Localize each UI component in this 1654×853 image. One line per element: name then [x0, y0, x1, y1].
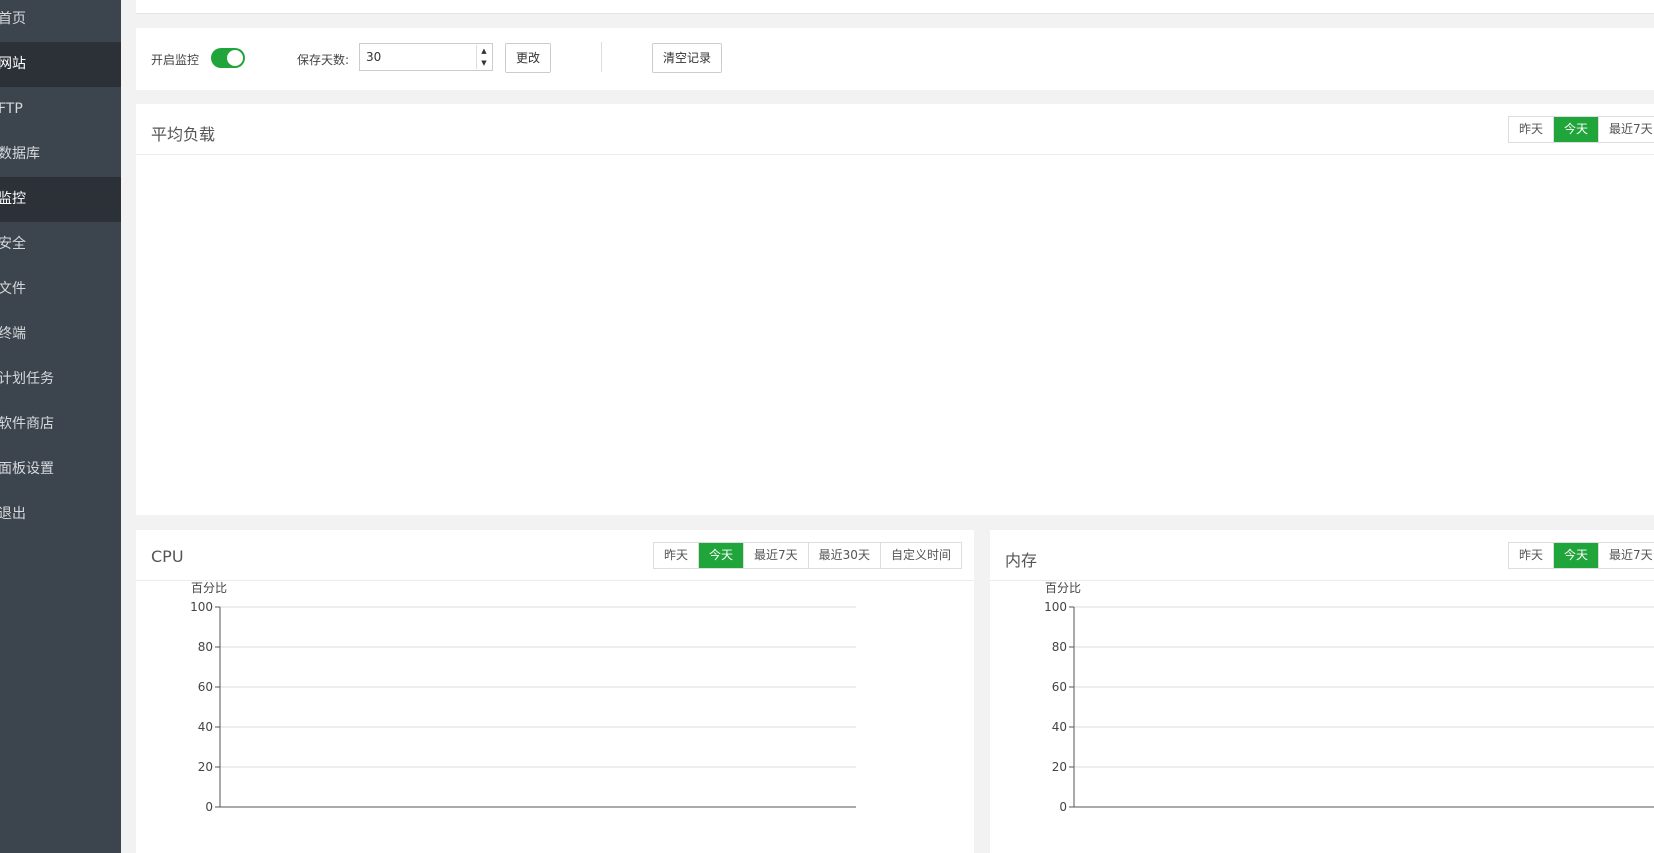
memory-title: 内存: [1005, 551, 1038, 570]
range-today[interactable]: 今天: [1554, 543, 1600, 568]
retention-days-value: 30: [366, 50, 382, 64]
sidebar-item-monitor[interactable]: 监控: [0, 177, 121, 222]
range-today[interactable]: 今天: [699, 543, 745, 568]
range-today[interactable]: 今天: [1554, 117, 1600, 142]
y-tick-label: 80: [1052, 640, 1067, 654]
y-tick-label: 60: [198, 680, 213, 694]
sidebar-item-website[interactable]: 网站: [0, 42, 121, 87]
sidebar-item-settings[interactable]: 面板设置: [0, 447, 121, 492]
monitor-toggle[interactable]: [211, 48, 245, 68]
y-tick-label: 60: [1052, 680, 1067, 694]
divider: [601, 42, 602, 72]
sidebar-item-security[interactable]: 安全: [0, 222, 121, 267]
sidebar-item-terminal[interactable]: 终端: [0, 312, 121, 357]
y-tick-label: 20: [198, 760, 213, 774]
y-tick-label: 0: [1059, 800, 1067, 814]
range-yesterday[interactable]: 昨天: [1509, 543, 1555, 568]
card-divider: [136, 154, 1654, 155]
range-7days[interactable]: 最近7天: [1599, 117, 1654, 142]
y-tick-label: 40: [198, 720, 213, 734]
range-custom[interactable]: 自定义时间: [881, 543, 961, 568]
toggle-knob: [227, 50, 243, 66]
range-yesterday[interactable]: 昨天: [654, 543, 700, 568]
load-card: 平均负载 昨天 今天 最近7天: [136, 104, 1654, 515]
retention-days-input[interactable]: 30 ▲ ▼: [359, 43, 493, 71]
sidebar-item-home[interactable]: 首页: [0, 0, 121, 42]
sidebar-item-store[interactable]: 软件商店: [0, 402, 121, 447]
memory-card: 内存 昨天 今天 最近7天 百分比 0 20 40 60 80 100: [990, 530, 1654, 853]
sidebar: 首页 网站 FTP 数据库 监控 安全 文件 终端 计划任务 软件商店 面板设置…: [0, 0, 121, 853]
clear-records-button[interactable]: 清空记录: [652, 43, 722, 73]
spinner[interactable]: ▲ ▼: [476, 45, 491, 69]
range-30days[interactable]: 最近30天: [809, 543, 881, 568]
sidebar-item-ftp[interactable]: FTP: [0, 87, 121, 132]
load-range-selector: 昨天 今天 最近7天: [1508, 116, 1654, 143]
y-tick-label: 100: [190, 600, 213, 614]
y-tick-label: 0: [205, 800, 213, 814]
load-title: 平均负载: [151, 125, 216, 144]
sidebar-item-cron[interactable]: 计划任务: [0, 357, 121, 402]
cpu-title: CPU: [151, 547, 184, 566]
y-axis-label: 百分比: [191, 581, 227, 595]
cpu-card: CPU 昨天 今天 最近7天 最近30天 自定义时间 百分比 0 20 40 60 80 1…: [136, 530, 974, 853]
top-card: [136, 0, 1654, 14]
spin-up-icon[interactable]: ▲: [477, 45, 491, 57]
cpu-chart: 百分比 0 20 40 60 80 100: [190, 581, 856, 814]
monitor-label: 开启监控: [151, 53, 200, 67]
y-tick-label: 80: [198, 640, 213, 654]
controls-card: 开启监控 保存天数: 30 ▲ ▼ 更改 清空记录: [136, 28, 1654, 90]
sidebar-item-logout[interactable]: 退出: [0, 492, 121, 537]
sidebar-item-database[interactable]: 数据库: [0, 132, 121, 177]
y-tick-label: 20: [1052, 760, 1067, 774]
spin-down-icon[interactable]: ▼: [477, 57, 491, 69]
update-button[interactable]: 更改: [505, 43, 551, 73]
cpu-range-selector: 昨天 今天 最近7天 最近30天 自定义时间: [653, 542, 962, 569]
retention-label: 保存天数:: [297, 53, 350, 67]
y-tick-label: 40: [1052, 720, 1067, 734]
range-7days[interactable]: 最近7天: [744, 543, 809, 568]
y-tick-label: 100: [1044, 600, 1067, 614]
sidebar-item-files[interactable]: 文件: [0, 267, 121, 312]
range-yesterday[interactable]: 昨天: [1509, 117, 1555, 142]
memory-range-selector: 昨天 今天 最近7天: [1508, 542, 1654, 569]
range-7days[interactable]: 最近7天: [1599, 543, 1654, 568]
memory-chart: 百分比 0 20 40 60 80 100: [1044, 581, 1654, 814]
y-axis-label: 百分比: [1045, 581, 1081, 595]
